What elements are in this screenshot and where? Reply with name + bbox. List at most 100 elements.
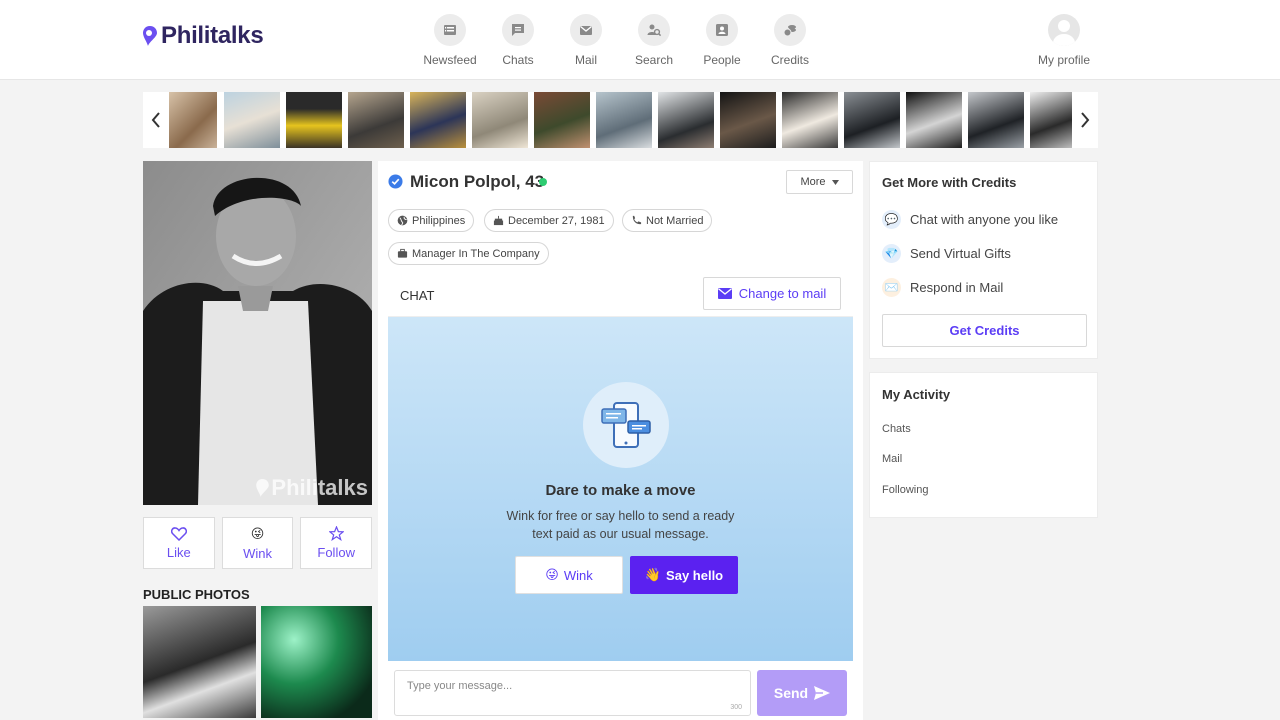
wink-emoji-icon: 😜 — [250, 525, 265, 541]
profile-thumb[interactable] — [782, 92, 838, 148]
follow-label: Follow — [317, 545, 355, 560]
credit-benefit-item: ✉️ Respond in Mail — [882, 278, 1003, 297]
nav-chats[interactable]: Chats — [484, 14, 552, 67]
activity-card: My Activity Chats Mail Following — [869, 372, 1098, 518]
profile-thumb[interactable] — [658, 92, 714, 148]
newsfeed-icon — [434, 14, 466, 46]
wink-label: Wink — [243, 545, 272, 561]
nav-my-profile[interactable]: My profile — [1030, 14, 1098, 67]
get-credits-button[interactable]: Get Credits — [882, 314, 1087, 347]
profile-thumb[interactable] — [968, 92, 1024, 148]
send-label: Send — [773, 685, 809, 701]
credits-icon — [774, 14, 806, 46]
watermark: Philitalks — [256, 475, 368, 501]
envelope-icon: ✉️ — [882, 278, 901, 297]
message-placeholder: Type your message... — [407, 680, 513, 692]
credits-card: Get More with Credits 💬 Chat with anyone… — [869, 161, 1098, 359]
cake-icon — [493, 215, 504, 226]
profile-thumb[interactable] — [410, 92, 466, 148]
waving-hand-icon: 👋 — [644, 567, 662, 582]
credit-benefit-item: 💬 Chat with anyone you like — [882, 210, 1058, 229]
nav-people[interactable]: People — [688, 14, 756, 67]
activity-link-chats[interactable]: Chats — [882, 423, 911, 435]
chat-icon — [502, 14, 534, 46]
public-photo[interactable] — [143, 606, 256, 718]
wink-button[interactable]: 😜 Wink — [221, 517, 294, 569]
message-input[interactable]: Type your message... 300 — [394, 670, 751, 716]
job-text: Manager In The Company — [412, 247, 540, 260]
nav-label: Chats — [502, 53, 534, 67]
marital-status-chip: Not Married — [622, 209, 713, 232]
profile-thumb[interactable] — [224, 92, 280, 148]
logo[interactable]: Philitalks — [143, 22, 264, 50]
carousel-next-button[interactable] — [1072, 92, 1098, 148]
send-button[interactable]: Send — [757, 670, 847, 716]
chat-wink-button[interactable]: 😜 Wink — [515, 556, 623, 594]
profile-thumb[interactable] — [534, 92, 590, 148]
country-chip: Philippines — [388, 209, 475, 232]
credit-benefit-item: 💎 Send Virtual Gifts — [882, 244, 1011, 263]
follow-button[interactable]: Follow — [300, 517, 373, 569]
nav-newsfeed[interactable]: Newsfeed — [416, 14, 484, 67]
credits-card-title: Get More with Credits — [882, 175, 1017, 190]
profile-thumb[interactable] — [906, 92, 962, 148]
gem-icon: 💎 — [882, 244, 901, 263]
caret-down-icon — [831, 179, 839, 185]
activity-link-following[interactable]: Following — [882, 484, 928, 496]
logo-text: Philitalks — [161, 22, 264, 49]
public-photos-title: PUBLIC PHOTOS — [143, 587, 250, 602]
send-arrow-icon — [814, 686, 831, 700]
chat-wink-label: Wink — [563, 567, 593, 583]
birthday-chip: December 27, 1981 — [484, 209, 614, 232]
nav-search[interactable]: Search — [620, 14, 688, 67]
credit-benefit-text: Send Virtual Gifts — [910, 246, 1011, 261]
profile-thumb[interactable] — [169, 92, 217, 148]
nav-label: Newsfeed — [423, 53, 477, 67]
logo-pin-icon — [143, 26, 157, 46]
profile-thumb[interactable] — [596, 92, 652, 148]
like-button[interactable]: Like — [143, 517, 215, 569]
dare-description: Wink for free or say hello to send a rea… — [506, 509, 735, 541]
marital-status-text: Not Married — [646, 214, 704, 227]
country-text: Philippines — [412, 214, 466, 227]
nav-mail[interactable]: Mail — [552, 14, 620, 67]
dare-title: Dare to make a move — [545, 482, 696, 499]
profile-thumb[interactable] — [286, 92, 342, 148]
like-label: Like — [166, 544, 191, 560]
wink-emoji-icon: 😜 — [545, 567, 559, 582]
birthday-text: December 27, 1981 — [508, 214, 605, 227]
mail-icon — [570, 14, 602, 46]
activity-link-mail[interactable]: Mail — [882, 453, 902, 465]
profile-thumb[interactable] — [844, 92, 900, 148]
carousel-prev-button[interactable] — [143, 92, 169, 148]
star-icon — [328, 526, 344, 541]
chat-empty-state: Dare to make a move Wink for free or say… — [388, 317, 853, 661]
profile-thumb[interactable] — [348, 92, 404, 148]
nav-label: Mail — [574, 53, 597, 67]
main-profile-photo[interactable]: Philitalks — [143, 161, 372, 505]
nav-label: Credits — [770, 53, 809, 67]
globe-icon — [397, 215, 408, 226]
status-icon — [632, 215, 642, 225]
more-dropdown-button[interactable]: More — [786, 170, 853, 194]
chat-bubble-icon: 💬 — [882, 210, 901, 229]
say-hello-label: Say hello — [666, 567, 724, 583]
logo-pin-icon — [256, 479, 270, 497]
change-to-mail-button[interactable]: Change to mail — [703, 277, 841, 310]
heart-icon — [170, 526, 187, 541]
online-status-dot — [539, 178, 547, 186]
say-hello-button[interactable]: 👋 Say hello — [630, 556, 738, 594]
nav-credits[interactable]: Credits — [756, 14, 824, 67]
mail-icon — [717, 288, 732, 299]
profile-actions: Like 😜 Wink Follow — [143, 517, 373, 569]
profile-thumb[interactable] — [472, 92, 528, 148]
character-limit: 300 — [730, 704, 742, 711]
public-photo[interactable] — [261, 606, 372, 718]
profile-thumb[interactable] — [720, 92, 776, 148]
profile-thumb[interactable] — [1030, 92, 1072, 148]
credit-benefit-text: Respond in Mail — [910, 280, 1004, 295]
verified-badge-icon — [388, 174, 403, 189]
people-icon — [706, 14, 738, 46]
activity-title: My Activity — [882, 387, 951, 402]
more-label: More — [800, 176, 826, 188]
